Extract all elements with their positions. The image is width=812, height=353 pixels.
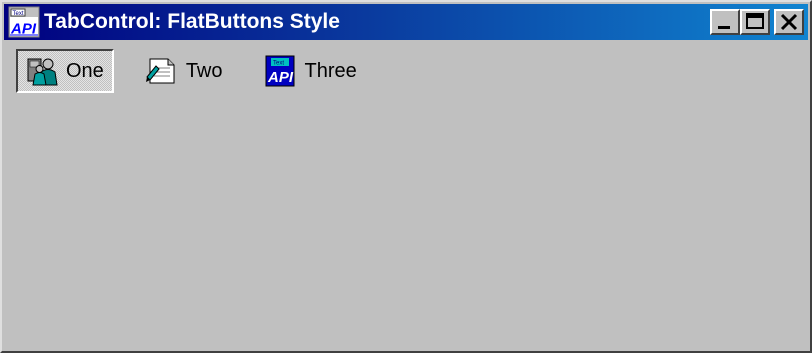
tab-one[interactable]: One [16, 49, 114, 93]
document-icon [145, 58, 175, 84]
people-icon [27, 58, 58, 86]
minimize-button[interactable] [710, 9, 740, 35]
api-viewer-icon[interactable]: Text API [8, 6, 40, 38]
close-icon [780, 13, 798, 31]
close-button[interactable] [774, 9, 804, 35]
tab-strip: One Two Text API Three [16, 49, 389, 93]
svg-text:API: API [267, 69, 294, 86]
title-bar[interactable]: Text API TabControl: FlatButtons Style [4, 4, 808, 40]
tab-three-label: Three [304, 59, 357, 82]
maximize-icon [746, 13, 764, 29]
svg-text:Text: Text [13, 11, 24, 17]
maximize-button[interactable] [740, 9, 770, 35]
caption-buttons [710, 9, 804, 35]
minimize-icon [718, 26, 730, 29]
tab-one-label: One [66, 59, 104, 82]
tab-two[interactable]: Two [136, 49, 233, 93]
svg-text:Text: Text [273, 61, 284, 67]
tab-two-label: Two [185, 59, 223, 82]
window-title: TabControl: FlatButtons Style [44, 10, 340, 33]
api-viewer-icon: Text API [265, 55, 294, 87]
tab-three[interactable]: Text API Three [255, 49, 367, 93]
app-window: Text API TabControl: FlatButtons Style O… [0, 0, 812, 353]
